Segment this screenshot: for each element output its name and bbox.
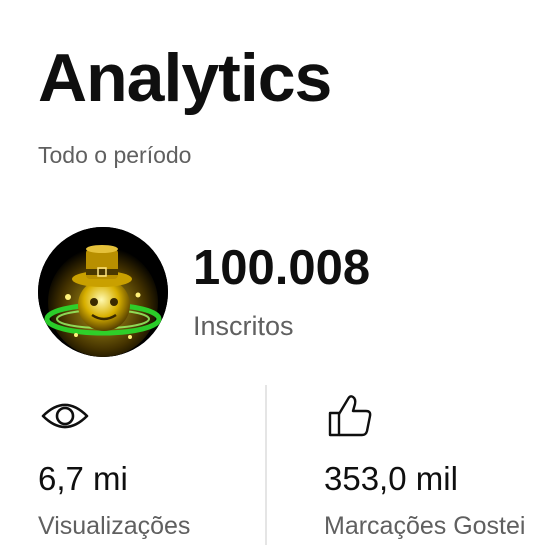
thumbs-up-icon (326, 394, 376, 438)
page-title: Analytics (38, 40, 332, 116)
eye-icon (40, 394, 90, 438)
views-value: 6,7 mi (38, 460, 128, 497)
period-label[interactable]: Todo o período (38, 142, 191, 169)
likes-label: Marcações Gostei (324, 512, 526, 540)
subscribers-count: 100.008 (193, 241, 371, 295)
views-label: Visualizações (38, 512, 191, 540)
channel-avatar[interactable] (38, 227, 168, 357)
analytics-page: Analytics Todo o período 100.008 Inscrit… (0, 0, 560, 560)
golden-hat-mascot-avatar-icon (38, 227, 168, 357)
likes-value: 353,0 mil (324, 460, 458, 497)
subscribers-label: Inscritos (193, 311, 294, 341)
stats-divider (265, 385, 267, 545)
